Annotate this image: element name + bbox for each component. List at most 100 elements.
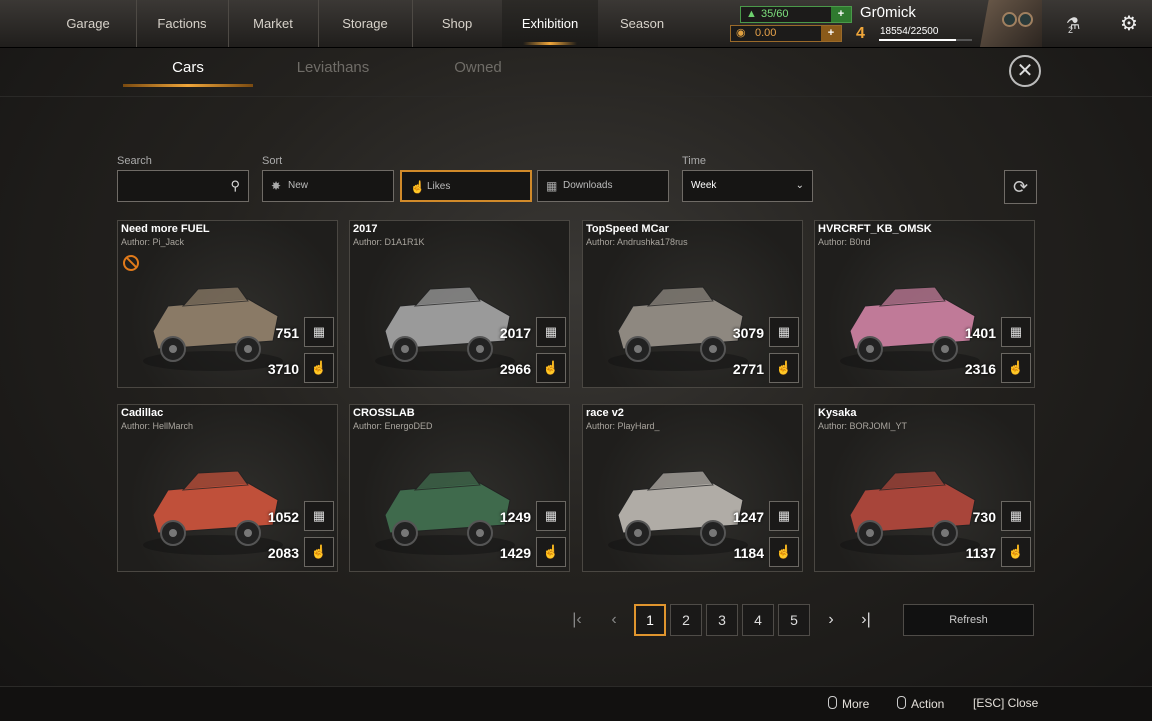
car-title: Need more FUEL <box>121 223 210 235</box>
car-title: TopSpeed MCar <box>586 223 669 235</box>
search-label: Search <box>117 155 152 167</box>
car-card[interactable]: TopSpeed MCar Author: Andrushka178rus 3079… <box>582 220 803 388</box>
coin-icon: ◉ <box>736 27 746 39</box>
page-button-5[interactable]: 5 <box>778 604 810 636</box>
like-count: 1137 <box>965 545 996 561</box>
reload-icon[interactable]: ⟳ <box>1004 170 1037 204</box>
nav-tab-factions[interactable]: Factions <box>136 0 229 47</box>
car-card[interactable]: HVRCRFT_KB_OMSK Author: B0nd 1401 ▦ 2316 ☝ <box>814 220 1035 388</box>
coins-plus-button[interactable]: + <box>821 26 841 41</box>
nav-tab-storage[interactable]: Storage <box>318 0 413 47</box>
like-button[interactable]: ☝ <box>536 537 566 567</box>
page-button-4[interactable]: 4 <box>742 604 774 636</box>
avatar[interactable] <box>980 0 1042 47</box>
sort-downloads-button[interactable]: ▦ Downloads <box>537 170 669 202</box>
download-button[interactable]: ▦ <box>304 317 334 347</box>
nav-tab-exhibition[interactable]: Exhibition <box>502 0 598 47</box>
car-card[interactable]: Cadillac Author: HellMarch 1052 ▦ 2083 ☝ <box>117 404 338 572</box>
action-hint[interactable]: Action <box>897 696 944 711</box>
time-select[interactable]: Week ⌄ <box>682 170 813 202</box>
subtab-underline <box>123 84 253 87</box>
player-name: Gr0mick <box>860 4 916 21</box>
page-button-2[interactable]: 2 <box>670 604 702 636</box>
car-card[interactable]: Kysaka Author: BORJOMI_YT 730 ▦ 1137 ☝ <box>814 404 1035 572</box>
subtab-leviathans[interactable]: Leviathans <box>268 55 398 87</box>
car-card[interactable]: 2017 Author: D1A1R1K 2017 ▦ 2966 ☝ <box>349 220 570 388</box>
like-count: 1429 <box>499 545 531 561</box>
like-button[interactable]: ☝ <box>304 353 334 383</box>
download-count: 730 <box>972 509 996 525</box>
car-card[interactable]: Need more FUEL Author: Pi_Jack 751 ▦ 3710 ☝ <box>117 220 338 388</box>
close-icon[interactable]: ✕ <box>1009 55 1041 87</box>
nav-tab-market[interactable]: Market <box>228 0 319 47</box>
nav-tab-label: Market <box>253 16 293 31</box>
fuel-value: 35/60 <box>761 8 789 20</box>
mouse-icon <box>828 696 837 709</box>
nav-tab-shop[interactable]: Shop <box>412 0 503 47</box>
next-page-icon[interactable]: › <box>816 604 846 636</box>
download-count: 1249 <box>499 509 531 525</box>
search-input[interactable]: ⚲ <box>117 170 249 202</box>
car-card[interactable]: race v2 Author: PlayHard_ 1247 ▦ 1184 ☝ <box>582 404 803 572</box>
download-button[interactable]: ▦ <box>536 317 566 347</box>
prev-page-icon[interactable]: ‹ <box>599 604 629 636</box>
last-page-icon[interactable]: ›| <box>851 604 881 636</box>
download-button[interactable]: ▦ <box>536 501 566 531</box>
fuel-icon: ▲ <box>746 8 757 20</box>
car-title: 2017 <box>353 223 378 235</box>
nav-tab-garage[interactable]: Garage <box>40 0 137 47</box>
car-card[interactable]: CROSSLAB Author: EnergoDED 1249 ▦ 1429 ☝ <box>349 404 570 572</box>
car-preview-image <box>375 470 515 555</box>
fuel-plus-button[interactable]: + <box>831 7 851 22</box>
thumbs-up-icon: ☝ <box>410 180 425 194</box>
xp-progress-fill <box>879 39 957 41</box>
like-button[interactable]: ☝ <box>769 353 799 383</box>
download-button[interactable]: ▦ <box>1001 317 1031 347</box>
download-count: 751 <box>275 325 299 341</box>
subtab-label: Cars <box>172 59 204 76</box>
nav-tab-label: Storage <box>342 16 388 31</box>
like-count: 2316 <box>964 361 996 377</box>
like-button[interactable]: ☝ <box>304 537 334 567</box>
download-button[interactable]: ▦ <box>769 317 799 347</box>
sort-new-button[interactable]: ✸ New <box>262 170 394 202</box>
download-button[interactable]: ▦ <box>769 501 799 531</box>
car-preview-image <box>840 286 980 371</box>
download-count: 3079 <box>732 325 764 341</box>
subtab-owned[interactable]: Owned <box>413 55 543 87</box>
subtab-cars[interactable]: Cars <box>123 55 253 87</box>
floppy-icon: ▦ <box>546 179 558 193</box>
coins-counter: ◉ 0.00 + <box>730 25 842 42</box>
nav-tab-label: Exhibition <box>521 16 579 31</box>
refresh-button[interactable]: Refresh <box>903 604 1034 636</box>
mouse-icon <box>897 696 906 709</box>
car-title: race v2 <box>586 407 624 419</box>
like-button[interactable]: ☝ <box>1001 537 1031 567</box>
nav-tab-label: Shop <box>441 16 473 31</box>
sort-likes-button[interactable]: ☝ Likes <box>400 170 532 202</box>
page-button-1[interactable]: 1 <box>634 604 666 636</box>
search-icon[interactable]: ⚲ <box>230 171 240 201</box>
like-count: 2966 <box>499 361 531 377</box>
download-count: 1401 <box>964 325 996 341</box>
car-preview-image <box>840 470 980 555</box>
download-button[interactable]: ▦ <box>304 501 334 531</box>
like-button[interactable]: ☝ <box>536 353 566 383</box>
car-title: Cadillac <box>121 407 164 419</box>
avatar-goggle-left <box>1002 12 1017 27</box>
close-label: [ESC] Close <box>973 696 1039 710</box>
player-level: 4 <box>856 25 865 42</box>
like-button[interactable]: ☝ <box>1001 353 1031 383</box>
download-button[interactable]: ▦ <box>1001 501 1031 531</box>
like-button[interactable]: ☝ <box>769 537 799 567</box>
car-author: Author: Pi_Jack <box>121 237 185 247</box>
first-page-icon[interactable]: |‹ <box>562 604 592 636</box>
close-hint[interactable]: [ESC] Close <box>973 696 1038 710</box>
nav-tab-season[interactable]: Season <box>598 0 686 47</box>
sort-option-label: Downloads <box>563 180 613 191</box>
more-hint[interactable]: More <box>828 696 869 711</box>
car-title: Kysaka <box>818 407 857 419</box>
gear-icon[interactable]: ⚙ <box>1113 8 1145 40</box>
divider <box>0 96 1152 97</box>
page-button-3[interactable]: 3 <box>706 604 738 636</box>
